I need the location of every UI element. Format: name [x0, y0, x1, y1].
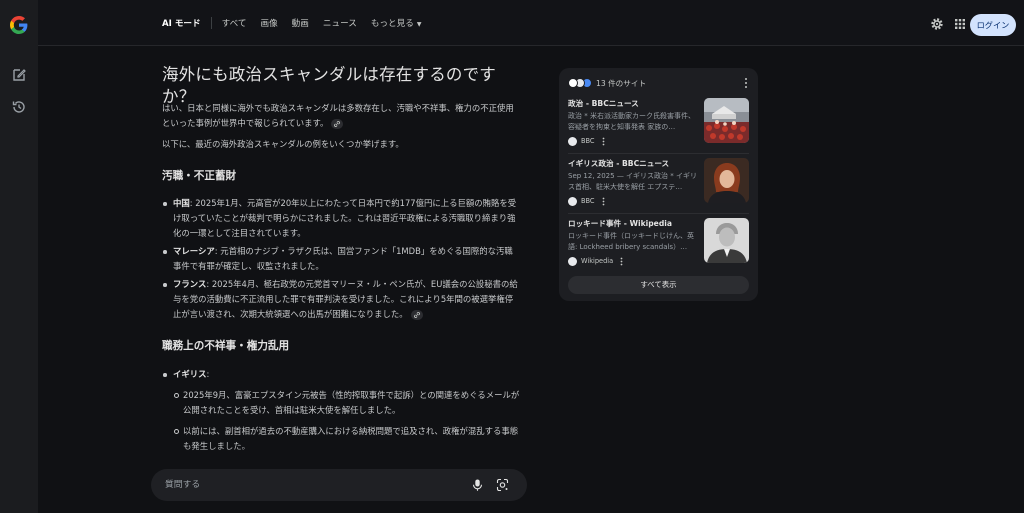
more-vert-icon[interactable] — [744, 77, 748, 89]
content-fade — [150, 446, 530, 466]
link-icon — [413, 311, 420, 318]
card-divider — [568, 153, 749, 154]
show-all-button[interactable]: すべて表示 — [568, 276, 749, 294]
login-button[interactable]: ログイン — [970, 14, 1016, 36]
list-item-label: 中国 — [173, 198, 190, 208]
bbc-favicon-icon — [568, 78, 578, 88]
more-vert-icon[interactable] — [602, 137, 605, 146]
source-card-title: 政治 - BBCニュース — [568, 99, 639, 108]
list-item-label: イギリス — [173, 369, 207, 379]
section-heading-misconduct: 職務上の不祥事・権力乱用 — [162, 340, 290, 352]
tab-all[interactable]: すべて — [222, 17, 247, 29]
list-item-uk: イギリス: — [162, 367, 520, 382]
nav-divider — [210, 17, 212, 29]
tab-more-label: もっと見る — [370, 19, 414, 29]
top-header: AI モード すべて 画像 動画 ニュース もっと見る ▼ ログイン — [38, 0, 1024, 46]
google-logo-icon[interactable] — [9, 15, 29, 35]
tab-images[interactable]: 画像 — [260, 17, 277, 29]
source-card-snippet: Sep 12, 2025 — イギリス政治 * イギリス首相、駐米大使を解任 エ… — [568, 172, 697, 191]
ai-answer: 海外にも政治スキャンダルは存在するのですか？ はい、日本と同様に海外でも政治スキ… — [162, 64, 520, 451]
bbc-favicon-icon — [568, 136, 577, 146]
source-card-snippet: 政治 * 米右派活動家カーク氏殺害事件、容疑者を拘束と知事発表 家族の… — [568, 112, 695, 131]
tab-news[interactable]: ニュース — [323, 17, 357, 29]
source-card-site-name: BBC — [581, 197, 595, 205]
left-rail — [0, 0, 38, 513]
more-vert-icon[interactable] — [602, 197, 605, 206]
list-item-china: 中国: 2025年1月、元高官が20年以上にわたって日本円で約177億円に上る巨… — [162, 196, 520, 241]
tab-ai-mode[interactable]: AI モード — [162, 17, 201, 29]
chevron-down-icon: ▼ — [416, 21, 422, 28]
ask-input-bar — [151, 469, 527, 501]
news-thumbnail-image — [704, 98, 749, 143]
ask-input[interactable] — [163, 477, 453, 493]
list-item-label: フランス — [173, 279, 207, 289]
list-item-text: : 2025年4月、極右政党の元党首マリーヌ・ル・ペン氏が、EU議会の公設秘書の… — [173, 279, 518, 319]
list-item-malaysia: マレーシア: 元首相のナジブ・ラザク氏は、国営ファンド「1MDB」をめぐる国際的… — [162, 244, 520, 274]
source-card-site: Wikipedia — [568, 256, 623, 266]
source-card-site: BBC — [568, 136, 605, 146]
source-card-bbc-uk-politics[interactable]: イギリス政治 - BBCニュース Sep 12, 2025 — イギリス政治 *… — [568, 158, 749, 214]
new-chat-icon[interactable] — [10, 66, 28, 84]
wikipedia-favicon-icon — [568, 256, 577, 266]
sources-header[interactable]: 13 件のサイト — [568, 76, 646, 90]
source-link-chip[interactable] — [410, 309, 423, 320]
source-card-snippet: ロッキード事件（ロッキードじけん、英語: Lockheed bribery sc… — [568, 232, 694, 251]
settings-gear-icon[interactable] — [930, 17, 944, 31]
card-divider — [568, 213, 749, 214]
list-item-france: フランス: 2025年4月、極右政党の元党首マリーヌ・ル・ペン氏が、EU議会の公… — [162, 277, 520, 322]
source-card-bbc-politics[interactable]: 政治 - BBCニュース 政治 * 米右派活動家カーク氏殺害事件、容疑者を拘束と… — [568, 98, 749, 154]
source-card-title: イギリス政治 - BBCニュース — [568, 159, 670, 168]
bbc-favicon-icon — [568, 196, 577, 206]
tab-more[interactable]: もっと見る ▼ — [371, 17, 422, 29]
answer-intro: はい、日本と同様に海外でも政治スキャンダルは多数存在し、汚職や不祥事、権力の不正… — [162, 101, 520, 131]
search-mode-tabs: AI モード すべて 画像 動画 ニュース もっと見る ▼ — [162, 0, 435, 46]
source-card-wikipedia-lockheed[interactable]: ロッキード事件 - Wikipedia ロッキード事件（ロッキードじけん、英語:… — [568, 218, 749, 274]
link-icon — [334, 120, 341, 127]
source-link-chip[interactable] — [331, 118, 344, 129]
portrait-thumbnail-image — [704, 218, 749, 263]
tab-videos[interactable]: 動画 — [292, 17, 309, 29]
apps-grid-icon[interactable] — [953, 17, 967, 31]
source-card-title: ロッキード事件 - Wikipedia — [568, 219, 672, 228]
list-item-label: マレーシア — [173, 246, 215, 256]
sub-list-item: 2025年9月、富豪エプスタイン元被告（性的搾取事件で起訴）との関連をめぐるメー… — [173, 388, 520, 418]
list-item-text: : 2025年1月、元高官が20年以上にわたって日本円で約177億円に上る巨額の… — [173, 198, 517, 238]
list-item-text: : 元首相のナジブ・ラザク氏は、国営ファンド「1MDB」をめぐる国際的な汚職事件… — [173, 246, 513, 271]
history-icon[interactable] — [10, 98, 28, 116]
microphone-icon[interactable] — [471, 478, 484, 492]
sources-panel: 13 件のサイト 政治 - BBCニュース 政治 * 米右派活動家カーク氏殺害事… — [559, 68, 758, 301]
source-card-site-name: Wikipedia — [581, 257, 614, 265]
source-card-site-name: BBC — [581, 137, 595, 145]
more-vert-icon[interactable] — [620, 257, 623, 266]
answer-intro2: 以下に、最近の海外政治スキャンダルの例をいくつか挙げます。 — [162, 139, 404, 149]
section-heading-corruption: 汚職・不正蓄財 — [162, 170, 237, 182]
sources-count: 13 件のサイト — [596, 78, 647, 88]
portrait-thumbnail-image — [704, 158, 749, 203]
source-card-site: BBC — [568, 196, 605, 206]
lens-camera-icon[interactable] — [496, 478, 509, 492]
list-item-text: : — [206, 369, 210, 379]
